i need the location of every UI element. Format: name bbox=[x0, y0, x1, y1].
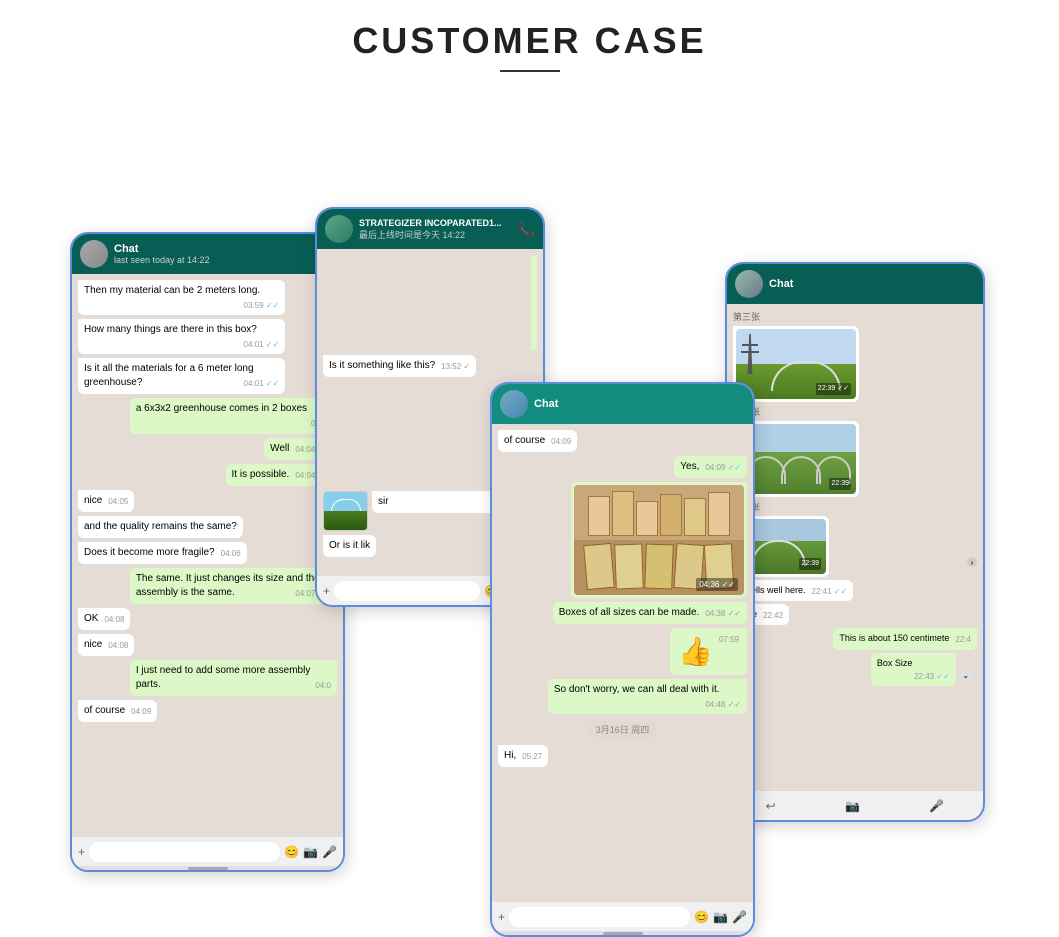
msg: nice 04:08 bbox=[78, 634, 134, 656]
call-icon[interactable]: 📞 bbox=[518, 221, 535, 238]
avatar-mid-bot bbox=[500, 390, 528, 418]
msg-time: 04:08 bbox=[104, 614, 124, 625]
msg-boxes-image: 04:36 ✓✓ bbox=[571, 482, 747, 598]
chat-input-mid-top[interactable] bbox=[334, 581, 480, 601]
avatar-right bbox=[735, 270, 763, 298]
chat-header-left: Chat last seen today at 14:22 bbox=[72, 234, 343, 274]
msg-time: 22:41 ✓✓ bbox=[812, 586, 848, 597]
msg-time: 22:4 bbox=[955, 634, 971, 645]
msg-time: 04:48 ✓✓ bbox=[705, 699, 741, 710]
msg: Is it something like this? 13:52 ✓ bbox=[323, 355, 476, 377]
emoji-icon[interactable]: 😊 bbox=[284, 845, 299, 859]
msg-time: 04:05 bbox=[108, 496, 128, 507]
screenshots-container: Chat last seen today at 14:22 Then my ma… bbox=[0, 102, 1059, 862]
contact-name-mid-bot: Chat bbox=[534, 398, 745, 410]
msg: Boxes of all sizes can be made. 04:38 ✓✓ bbox=[553, 602, 747, 624]
msg-time: 04:01 ✓✓ bbox=[244, 378, 280, 389]
contact-sub-left: last seen today at 14:22 bbox=[114, 255, 335, 265]
msg: Box Size 22:43 ✓✓ bbox=[871, 653, 956, 687]
msg-time: 04:0 bbox=[315, 680, 331, 691]
msg: Does it become more fragile? 04:06 bbox=[78, 542, 247, 564]
msg: Hi, 05:27 bbox=[498, 745, 548, 767]
msg: I just need to add some more assembly pa… bbox=[130, 660, 337, 696]
home-indicator-mid-bot bbox=[492, 931, 753, 935]
chat-footer-mid-bot[interactable]: + 😊 📷 🎤 bbox=[492, 901, 753, 931]
reply-icon[interactable]: ↩ bbox=[766, 799, 776, 813]
chat-header-mid-bot: Chat bbox=[492, 384, 753, 424]
phone-right: Chat 第三张 22:39 ✓✓ bbox=[725, 262, 985, 822]
msg: The same. It just changes its size and t… bbox=[130, 568, 337, 604]
msg: Then my material can be 2 meters long. 0… bbox=[78, 280, 285, 315]
chat-header-right: Chat bbox=[727, 264, 983, 304]
msg-time: 03:59 ✓✓ bbox=[244, 300, 280, 311]
msg: OK 04:08 bbox=[78, 608, 130, 630]
msg-time: 04:09 bbox=[131, 706, 151, 717]
mic-icon3[interactable]: 🎤 bbox=[732, 910, 747, 924]
msg-time: 04:09 ✓✓ bbox=[705, 462, 741, 473]
contact-sub-mid-top: 最后上线时间是今天 14:22 bbox=[359, 228, 512, 241]
msg: nice 04:05 bbox=[78, 490, 134, 512]
phone-left: Chat last seen today at 14:22 Then my ma… bbox=[70, 232, 345, 872]
contact-name-left: Chat bbox=[114, 243, 335, 255]
msg-time: 04:01 ✓✓ bbox=[244, 339, 280, 350]
chat-input-mid-bot[interactable] bbox=[509, 907, 690, 927]
chat-body-left: Then my material can be 2 meters long. 0… bbox=[72, 274, 343, 836]
expand-icon[interactable]: ⌄ bbox=[959, 668, 973, 682]
msg-time: 04:38 ✓✓ bbox=[705, 608, 741, 619]
msg-time: 13:52 ✓ bbox=[441, 361, 470, 372]
emoji-icon3[interactable]: 😊 bbox=[694, 910, 709, 924]
camera-icon3[interactable]: 📷 bbox=[713, 910, 728, 924]
msg-time: 22:42 bbox=[763, 610, 783, 621]
msg-time: 04:09 bbox=[551, 436, 571, 447]
avatar-mid-top bbox=[325, 215, 353, 243]
msg: of course 04:09 bbox=[498, 430, 577, 452]
mic-icon4[interactable]: 🎤 bbox=[929, 799, 944, 813]
msg: This is about 150 centimete 22:4 bbox=[833, 628, 977, 649]
camera-icon[interactable]: 📷 bbox=[303, 845, 318, 859]
chat-input-left[interactable] bbox=[89, 842, 280, 862]
msg: Is it all the materials for a 6 meter lo… bbox=[78, 358, 285, 394]
msg-image: ▶ 13:50 ✓✓ bbox=[531, 255, 537, 351]
contact-name-mid-top: STRATEGIZER INCOPARATED1... bbox=[359, 218, 512, 228]
msg-time: 22:43 ✓✓ bbox=[914, 671, 950, 682]
plus-icon3[interactable]: + bbox=[498, 910, 505, 924]
section-3-label: 第三张 bbox=[733, 310, 760, 323]
msg: How many things are there in this box? 0… bbox=[78, 319, 285, 354]
chat-footer-left[interactable]: + 😊 📷 🎤 bbox=[72, 836, 343, 866]
chat-footer-right[interactable]: ↩ 📷 🎤 bbox=[727, 790, 983, 820]
chat-body-mid-bot: of course 04:09 Yes, 04:09 ✓✓ bbox=[492, 424, 753, 901]
home-indicator-left bbox=[72, 866, 343, 870]
msg-time: 07:59 bbox=[719, 634, 739, 645]
chat-header-mid-top: STRATEGIZER INCOPARATED1... 最后上线时间是今天 14… bbox=[317, 209, 543, 249]
msg: Or is it lik bbox=[323, 535, 376, 557]
title-underline bbox=[500, 70, 560, 72]
date-badge: 3月16日 周四 bbox=[588, 721, 658, 738]
msg-time: 04:06 bbox=[221, 548, 241, 559]
camera-icon4[interactable]: 📷 bbox=[845, 799, 860, 813]
mic-icon[interactable]: 🎤 bbox=[322, 845, 337, 859]
avatar-left bbox=[80, 240, 108, 268]
msg: of course 04:09 bbox=[78, 700, 157, 722]
msg-time: 05:27 bbox=[522, 751, 542, 762]
msg: and the quality remains the same? bbox=[78, 516, 243, 538]
contact-name-right: Chat bbox=[769, 278, 975, 290]
nav-dot: › bbox=[967, 557, 977, 567]
plus-icon[interactable]: + bbox=[78, 845, 85, 859]
plus-icon[interactable]: + bbox=[323, 584, 330, 598]
msg-time: 04:08 bbox=[108, 640, 128, 651]
page-title: CUSTOMER CASE bbox=[0, 0, 1059, 70]
msg: So don't worry, we can all deal with it.… bbox=[548, 679, 747, 714]
msg: Yes, 04:09 ✓✓ bbox=[674, 456, 747, 478]
phone-middle-bottom: Chat of course 04:09 Yes, 04:09 ✓✓ bbox=[490, 382, 755, 937]
msg-thumb: 👍 07:59 bbox=[670, 628, 747, 675]
msg: a 6x3x2 greenhouse comes in 2 boxes 04:0… bbox=[130, 398, 337, 433]
chat-body-right: 第三张 22:39 ✓✓ 第五张 bbox=[727, 304, 983, 790]
